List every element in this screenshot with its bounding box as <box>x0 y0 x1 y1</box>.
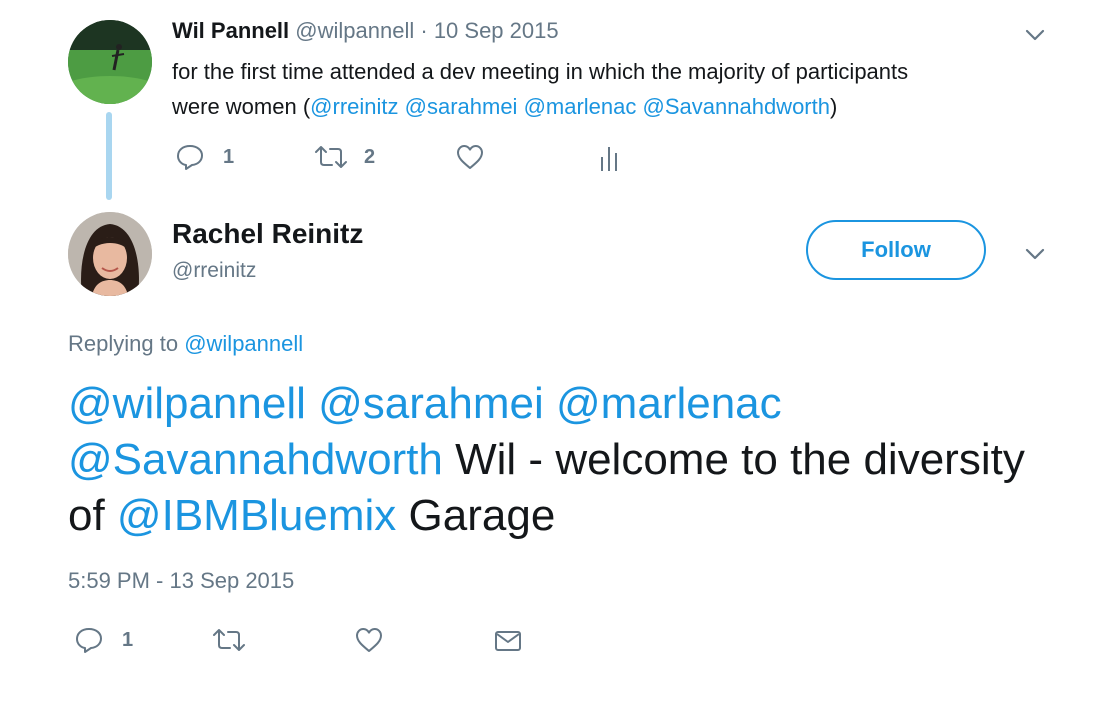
reply-count: 1 <box>223 145 235 168</box>
author-handle[interactable]: @wilpannell <box>295 18 414 43</box>
reply-icon <box>76 628 102 653</box>
tweet-menu-button[interactable] <box>1024 243 1046 270</box>
author-handle[interactable]: @rreinitz <box>172 259 256 283</box>
mention-link[interactable]: @IBMBluemix <box>117 491 396 540</box>
avatar-photo <box>68 20 152 104</box>
author-name[interactable]: Wil Pannell <box>172 18 289 43</box>
replying-to-label: Replying to <box>68 331 179 356</box>
tweet-text: @wilpannell @sarahmei @marlenac @Savannah… <box>68 376 1068 544</box>
retweet-button[interactable]: 2 <box>314 143 375 171</box>
chevron-down-icon <box>1025 248 1045 260</box>
like-icon <box>356 628 382 652</box>
retweet-icon <box>213 629 245 651</box>
author-name[interactable]: Rachel Reinitz <box>172 218 363 250</box>
like-button[interactable] <box>455 143 485 171</box>
direct-message-button[interactable] <box>494 628 522 654</box>
dm-envelope-icon <box>495 631 521 651</box>
tweet-text-line: were women (@rreinitz @sarahmei @marlena… <box>172 89 1052 124</box>
tweet-date[interactable]: 10 Sep 2015 <box>434 18 559 43</box>
mention-link[interactable]: @sarahmei <box>405 94 518 119</box>
tweet-text: for the first time attended a dev meetin… <box>172 54 1052 124</box>
reply-icon <box>177 145 203 170</box>
reply-button[interactable]: 1 <box>175 143 234 171</box>
avatar[interactable] <box>68 20 152 104</box>
replying-to: Replying to @wilpannell <box>68 331 303 357</box>
text-fragment: Garage <box>396 491 556 540</box>
follow-button[interactable]: Follow <box>806 220 986 280</box>
mention-link[interactable]: @rreinitz <box>310 94 398 119</box>
tweet-timestamp[interactable]: 5:59 PM - 13 Sep 2015 <box>68 568 294 594</box>
reply-count: 1 <box>122 628 134 651</box>
like-button[interactable] <box>354 626 384 654</box>
like-icon <box>457 145 483 169</box>
text-fragment: were women ( <box>172 94 311 119</box>
reply-button[interactable]: 1 <box>74 626 133 654</box>
thread-connector <box>106 112 112 200</box>
separator-dot: · <box>420 18 428 43</box>
retweet-count: 2 <box>364 145 376 168</box>
mention-link[interactable]: @marlenac <box>556 379 782 428</box>
mention-link[interactable]: @Savannahdworth <box>643 94 830 119</box>
retweet-button[interactable] <box>212 626 246 654</box>
avatar-photo <box>68 212 152 296</box>
mention-link[interactable]: @marlenac <box>524 94 637 119</box>
tweet-text-line: for the first time attended a dev meetin… <box>172 59 909 84</box>
chevron-down-icon <box>1025 29 1045 41</box>
analytics-button[interactable] <box>598 143 622 173</box>
analytics-icon <box>601 147 617 171</box>
mention-link[interactable]: @sarahmei <box>318 379 544 428</box>
mention-link[interactable]: @wilpannell <box>68 379 306 428</box>
tweet-menu-button[interactable] <box>1024 24 1046 51</box>
replying-to-link[interactable]: @wilpannell <box>184 331 303 356</box>
text-fragment: ) <box>829 94 838 119</box>
avatar[interactable] <box>68 212 152 296</box>
retweet-icon <box>315 146 347 168</box>
tweet-header: Wil Pannell @wilpannell · 10 Sep 2015 <box>172 18 559 44</box>
mention-link[interactable]: @Savannahdworth <box>68 435 443 484</box>
